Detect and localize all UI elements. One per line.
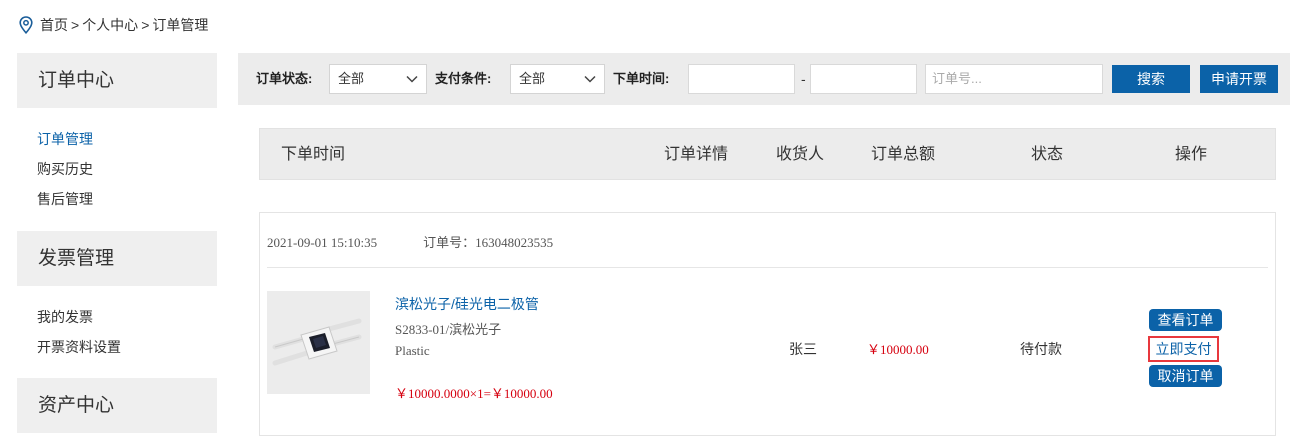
order-meta: 2021-09-01 15:10:35 订单号：163048023535 (267, 233, 553, 253)
divider (267, 267, 1268, 268)
pay-condition-select[interactable]: 全部 (510, 64, 605, 94)
order-time-to-input[interactable] (810, 64, 917, 94)
sidebar-orders-links: 订单管理 购买历史 售后管理 (17, 108, 217, 231)
order-time-from-input[interactable] (688, 64, 795, 94)
order-status: 待付款 (1020, 341, 1062, 357)
order-number-label: 订单号： (423, 235, 476, 250)
order-time-label: 下单时间: (613, 71, 670, 86)
sidebar-section-title-orders: 订单中心 (17, 53, 217, 108)
column-header-order-total: 订单总额 (871, 146, 936, 163)
cancel-order-button[interactable]: 取消订单 (1149, 365, 1222, 387)
pay-condition-label: 支付条件: (435, 71, 492, 86)
main-panel: 订单状态: 全部 支付条件: 全部 下单时间: - 订单号... 搜索 申请开票… (238, 53, 1290, 448)
order-table-header: 下单时间 订单详情 收货人 订单总额 状态 操作 (259, 128, 1276, 180)
order-status-select[interactable]: 全部 (329, 64, 427, 94)
search-button[interactable]: 搜索 (1112, 65, 1190, 93)
order-status-label: 订单状态: (256, 71, 313, 86)
apply-invoice-button[interactable]: 申请开票 (1200, 65, 1278, 93)
breadcrumb-personal-center[interactable]: 个人中心 (82, 15, 138, 35)
breadcrumb: 首页 > 个人中心 > 订单管理 (19, 15, 208, 35)
view-order-button[interactable]: 查看订单 (1149, 309, 1222, 331)
location-pin-icon (19, 15, 35, 35)
filter-bar: 订单状态: 全部 支付条件: 全部 下单时间: - 订单号... 搜索 申请开票 (238, 53, 1290, 105)
sidebar-invoice-links: 我的发票 开票资料设置 (17, 286, 217, 378)
sidebar-item-my-invoices[interactable]: 我的发票 (37, 302, 217, 332)
order-total: ￥10000.00 (867, 342, 929, 357)
product-image[interactable] (267, 291, 370, 394)
breadcrumb-home[interactable]: 首页 (40, 15, 68, 35)
order-datetime: 2021-09-01 15:10:35 (267, 235, 378, 250)
pay-now-button[interactable]: 立即支付 (1148, 336, 1219, 362)
breadcrumb-separator: > (141, 17, 150, 33)
sidebar: 订单中心 订单管理 购买历史 售后管理 发票管理 我的发票 开票资料设置 资产中… (17, 53, 217, 448)
sidebar-item-order-management[interactable]: 订单管理 (37, 124, 217, 154)
pay-condition-value: 全部 (519, 71, 546, 86)
order-status-value: 全部 (338, 71, 365, 86)
product-name-link[interactable]: 滨松光子/硅光电二极管 (395, 294, 539, 314)
sidebar-item-after-sales[interactable]: 售后管理 (37, 184, 217, 214)
order-number: 163048023535 (475, 235, 554, 250)
order-card: 2021-09-01 15:10:35 订单号：163048023535 滨松光… (259, 212, 1276, 436)
product-model: S2833-01/滨松光子 (395, 322, 502, 337)
order-number-input[interactable]: 订单号... (925, 64, 1103, 94)
chevron-down-icon (584, 75, 596, 83)
chevron-down-icon (406, 75, 418, 83)
product-material: Plastic (395, 343, 430, 358)
column-header-actions: 操作 (1175, 146, 1208, 163)
breadcrumb-separator: > (71, 17, 80, 33)
sidebar-item-purchase-history[interactable]: 购买历史 (37, 154, 217, 184)
breadcrumb-current: 订单管理 (152, 17, 209, 33)
sidebar-section-title-assets[interactable]: 资产中心 (17, 378, 217, 433)
column-header-receiver: 收货人 (776, 146, 825, 163)
sidebar-section-title-invoices: 发票管理 (17, 231, 217, 286)
product-price-line: ￥10000.0000×1=￥10000.00 (395, 386, 553, 401)
column-header-status: 状态 (1031, 146, 1064, 163)
column-header-order-time: 下单时间 (281, 146, 346, 163)
sidebar-item-invoice-settings[interactable]: 开票资料设置 (37, 332, 217, 362)
order-content: 下单时间 订单详情 收货人 订单总额 状态 操作 2021-09-01 15:1… (238, 105, 1290, 448)
column-header-order-details: 订单详情 (664, 146, 729, 163)
order-receiver: 张三 (789, 341, 817, 357)
time-range-separator: - (801, 71, 806, 87)
